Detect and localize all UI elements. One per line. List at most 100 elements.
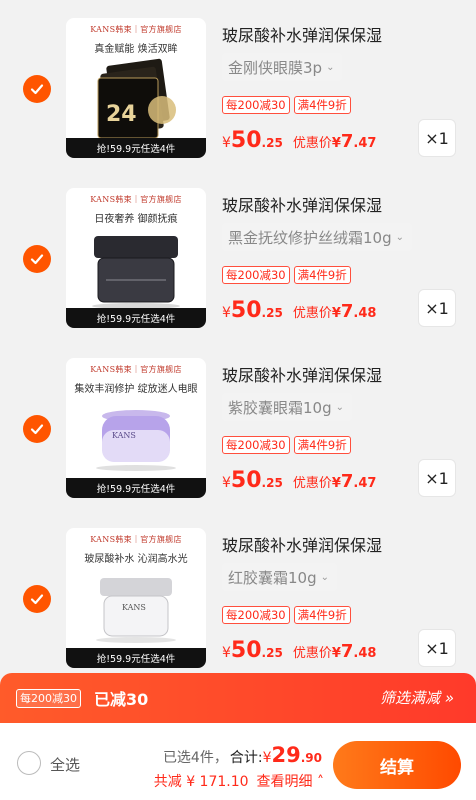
filter-promo-link[interactable]: 筛选满减 » — [380, 687, 454, 708]
price-row: ¥50.25 优惠价¥7.48 — [222, 638, 376, 663]
price-currency: ¥ — [222, 305, 231, 321]
price-currency: ¥ — [222, 475, 231, 491]
cart-item: KANS韩束｜官方旗舰店 真金赋能 焕活双眸 24 抢!59.9元任选4件 玻尿… — [0, 8, 476, 178]
product-title[interactable]: 玻尿酸补水弹润保保湿 — [222, 22, 382, 46]
item-checkbox[interactable] — [23, 585, 51, 613]
promo-saved-text: 已减30 — [94, 690, 149, 709]
chevron-down-icon: ⌄ — [335, 401, 344, 413]
product-thumbnail[interactable]: KANS韩束｜官方旗舰店 集效丰润修护 绽放迷人电眼 KANS 抢!59.9元任… — [66, 358, 206, 498]
price-integer: 50 — [230, 638, 262, 663]
product-thumbnail[interactable]: KANS韩束｜官方旗舰店 真金赋能 焕活双眸 24 抢!59.9元任选4件 — [66, 18, 206, 158]
product-image: KANS — [96, 578, 176, 643]
spec-selector[interactable]: 金刚侠眼膜3p ⌄ — [222, 53, 343, 81]
spec-selector[interactable]: 红胶囊霜10g ⌄ — [222, 563, 337, 591]
promo-tags: 每200减30 满4件9折 — [222, 96, 351, 114]
total-currency: ¥ — [262, 750, 272, 766]
cart-item: KANS韩束｜官方旗舰店 日夜奢养 御颜抚痕 抢!59.9元任选4件 玻尿酸补水… — [0, 178, 476, 348]
product-thumbnail[interactable]: KANS韩束｜官方旗舰店 日夜奢养 御颜抚痕 抢!59.9元任选4件 — [66, 188, 206, 328]
price-currency: ¥ — [222, 645, 231, 661]
saved-total: 共减 ¥ 171.10 — [153, 774, 249, 790]
promo-tag: 每200减30 — [222, 266, 290, 284]
saving-summary: 共减 ¥ 171.10 查看明细 ˄ — [154, 771, 324, 791]
check-icon — [30, 84, 44, 95]
spec-label: 金刚侠眼膜3p — [228, 58, 323, 77]
spec-label: 黑金抚纹修护丝绒霜10g — [228, 228, 392, 247]
price-integer: 50 — [230, 468, 262, 493]
discount-decimal: .48 — [353, 306, 377, 321]
check-icon — [30, 424, 44, 435]
discount-currency: ¥ — [331, 476, 341, 491]
product-title[interactable]: 玻尿酸补水弹润保保湿 — [222, 362, 382, 386]
spec-label: 红胶囊霜10g — [228, 568, 317, 587]
item-checkbox[interactable] — [23, 75, 51, 103]
select-all-radio[interactable] — [17, 751, 41, 775]
price-integer: 50 — [230, 128, 262, 153]
discount-decimal: .47 — [353, 136, 377, 151]
spec-selector[interactable]: 黑金抚纹修护丝绒霜10g ⌄ — [222, 223, 412, 251]
discount-label: 优惠价 — [292, 136, 332, 151]
product-thumbnail[interactable]: KANS韩束｜官方旗舰店 玻尿酸补水 沁润高水光 KANS 抢!59.9元任选4… — [66, 528, 206, 668]
quantity-button[interactable]: ×1 — [418, 629, 456, 667]
promo-badge: 每200减30 — [16, 689, 81, 708]
thumbnail-promo-strip: 抢!59.9元任选4件 — [66, 648, 206, 668]
cart-item: KANS韩束｜官方旗舰店 集效丰润修护 绽放迷人电眼 KANS 抢!59.9元任… — [0, 348, 476, 518]
product-title[interactable]: 玻尿酸补水弹润保保湿 — [222, 532, 382, 556]
discount-integer: 7 — [340, 301, 354, 322]
svg-text:KANS: KANS — [112, 431, 136, 440]
price-integer: 50 — [230, 298, 262, 323]
svg-text:KANS: KANS — [122, 603, 146, 612]
total-label: 合计: — [229, 750, 263, 766]
product-image: 24 — [97, 58, 176, 139]
selected-count: 已选4件， — [162, 750, 228, 766]
promo-tags: 每200减30 满4件9折 — [222, 266, 351, 284]
cart-item-list: KANS韩束｜官方旗舰店 真金赋能 焕活双眸 24 抢!59.9元任选4件 玻尿… — [0, 0, 476, 673]
discount-decimal: .47 — [353, 476, 377, 491]
svg-text:24: 24 — [106, 102, 137, 127]
thumbnail-promo-strip: 抢!59.9元任选4件 — [66, 138, 206, 158]
promotion-bar: 每200减30 已减30 筛选满减 » — [0, 673, 476, 723]
spec-selector[interactable]: 紫胶囊眼霜10g ⌄ — [222, 393, 352, 421]
thumbnail-promo-strip: 抢!59.9元任选4件 — [66, 478, 206, 498]
total-integer: 29 — [271, 743, 301, 767]
total-summary: 已选4件， 合计:¥29.90 — [163, 743, 322, 767]
price-decimal: .25 — [261, 306, 283, 320]
promo-tag: 每200减30 — [222, 96, 290, 114]
price-row: ¥50.25 优惠价¥7.47 — [222, 128, 376, 153]
item-checkbox[interactable] — [23, 415, 51, 443]
product-image — [92, 236, 180, 309]
discount-decimal: .48 — [353, 646, 377, 661]
checkout-button[interactable]: 结算 — [333, 741, 461, 789]
product-image: KANS — [96, 410, 176, 471]
spec-label: 紫胶囊眼霜10g — [228, 398, 332, 417]
item-checkbox[interactable] — [23, 245, 51, 273]
thumbnail-promo-strip: 抢!59.9元任选4件 — [66, 308, 206, 328]
promo-tag: 满4件9折 — [293, 266, 351, 284]
view-detail-link[interactable]: 查看明细 ˄ — [257, 774, 324, 790]
promo-tag: 每200减30 — [222, 436, 290, 454]
quantity-button[interactable]: ×1 — [418, 119, 456, 157]
chevron-down-icon: ⌄ — [395, 231, 404, 243]
select-all-label[interactable]: 全选 — [50, 754, 80, 775]
price-row: ¥50.25 优惠价¥7.48 — [222, 298, 376, 323]
price-decimal: .25 — [261, 646, 283, 660]
discount-integer: 7 — [340, 641, 354, 662]
discount-currency: ¥ — [331, 136, 341, 151]
discount-integer: 7 — [340, 471, 354, 492]
checkout-bar: 全选 已选4件， 合计:¥29.90 共减 ¥ 171.10 查看明细 ˄ 结算 — [0, 723, 476, 800]
discount-label: 优惠价 — [292, 646, 332, 661]
discount-integer: 7 — [340, 131, 354, 152]
check-icon — [30, 594, 44, 605]
total-decimal: .90 — [300, 751, 322, 765]
promo-tags: 每200减30 满4件9折 — [222, 606, 351, 624]
discount-label: 优惠价 — [292, 476, 332, 491]
promo-tags: 每200减30 满4件9折 — [222, 436, 351, 454]
price-row: ¥50.25 优惠价¥7.47 — [222, 468, 376, 493]
promo-tag: 满4件9折 — [293, 96, 351, 114]
quantity-button[interactable]: ×1 — [418, 459, 456, 497]
quantity-button[interactable]: ×1 — [418, 289, 456, 327]
product-title[interactable]: 玻尿酸补水弹润保保湿 — [222, 192, 382, 216]
price-decimal: .25 — [261, 476, 283, 490]
check-icon — [30, 254, 44, 265]
price-currency: ¥ — [222, 135, 231, 151]
cart-item: KANS韩束｜官方旗舰店 玻尿酸补水 沁润高水光 KANS 抢!59.9元任选4… — [0, 518, 476, 673]
